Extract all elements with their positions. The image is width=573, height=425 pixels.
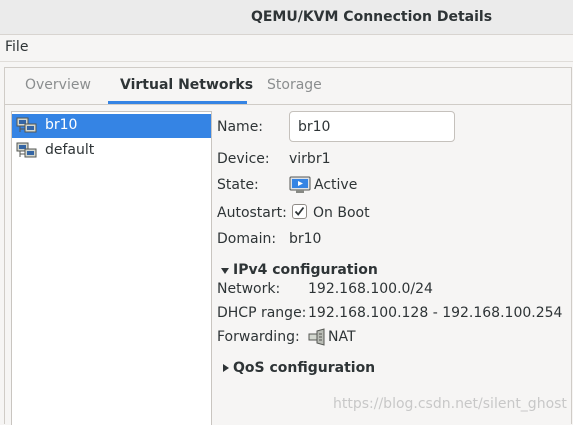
expander-down-icon[interactable] bbox=[220, 267, 230, 275]
forwarding-value: NAT bbox=[328, 329, 356, 345]
expander-right-icon[interactable] bbox=[222, 363, 230, 373]
device-value: virbr1 bbox=[289, 151, 331, 167]
network-list-item[interactable]: br10 bbox=[12, 114, 211, 138]
device-label: Device: bbox=[217, 151, 270, 167]
network-name: br10 bbox=[45, 117, 78, 133]
network-icon bbox=[16, 117, 37, 133]
name-field[interactable] bbox=[289, 111, 455, 142]
active-tab-indicator bbox=[108, 101, 247, 104]
dhcp-range-label: DHCP range: bbox=[217, 305, 307, 321]
network-label: Network: bbox=[217, 281, 281, 297]
tab-virtual-networks[interactable]: Virtual Networks bbox=[120, 77, 253, 93]
state-label: State: bbox=[217, 177, 259, 193]
network-value: 192.168.100.0/24 bbox=[308, 281, 433, 297]
network-list-item[interactable]: default bbox=[12, 139, 211, 163]
dhcp-range-value: 192.168.100.128 - 192.168.100.254 bbox=[308, 305, 563, 321]
state-active-icon bbox=[289, 176, 311, 193]
forwarding-label: Forwarding: bbox=[217, 329, 300, 345]
domain-value: br10 bbox=[289, 231, 322, 247]
ipv4-expander[interactable]: IPv4 configuration bbox=[233, 262, 378, 278]
menu-file[interactable]: File bbox=[5, 39, 28, 55]
autostart-value: On Boot bbox=[313, 205, 370, 221]
tab-overview[interactable]: Overview bbox=[25, 77, 91, 93]
tab-bar: Overview Virtual Networks Storage bbox=[5, 68, 571, 105]
state-value: Active bbox=[314, 177, 358, 193]
checkmark-icon bbox=[294, 206, 305, 216]
autostart-label: Autostart: bbox=[217, 205, 287, 221]
domain-label: Domain: bbox=[217, 231, 277, 247]
window-titlebar: QEMU/KVM Connection Details bbox=[0, 0, 573, 35]
tab-storage[interactable]: Storage bbox=[267, 77, 322, 93]
network-icon bbox=[16, 142, 37, 158]
network-name: default bbox=[45, 142, 95, 158]
window-title: QEMU/KVM Connection Details bbox=[250, 9, 493, 25]
nat-router-icon bbox=[308, 328, 325, 346]
network-list[interactable]: br10 default bbox=[11, 111, 212, 425]
menubar: File bbox=[0, 35, 573, 62]
qos-expander[interactable]: QoS configuration bbox=[233, 360, 375, 376]
watermark-text: https://blog.csdn.net/silent_ghost bbox=[333, 396, 567, 412]
name-label: Name: bbox=[217, 119, 264, 135]
autostart-checkbox[interactable] bbox=[292, 204, 307, 219]
